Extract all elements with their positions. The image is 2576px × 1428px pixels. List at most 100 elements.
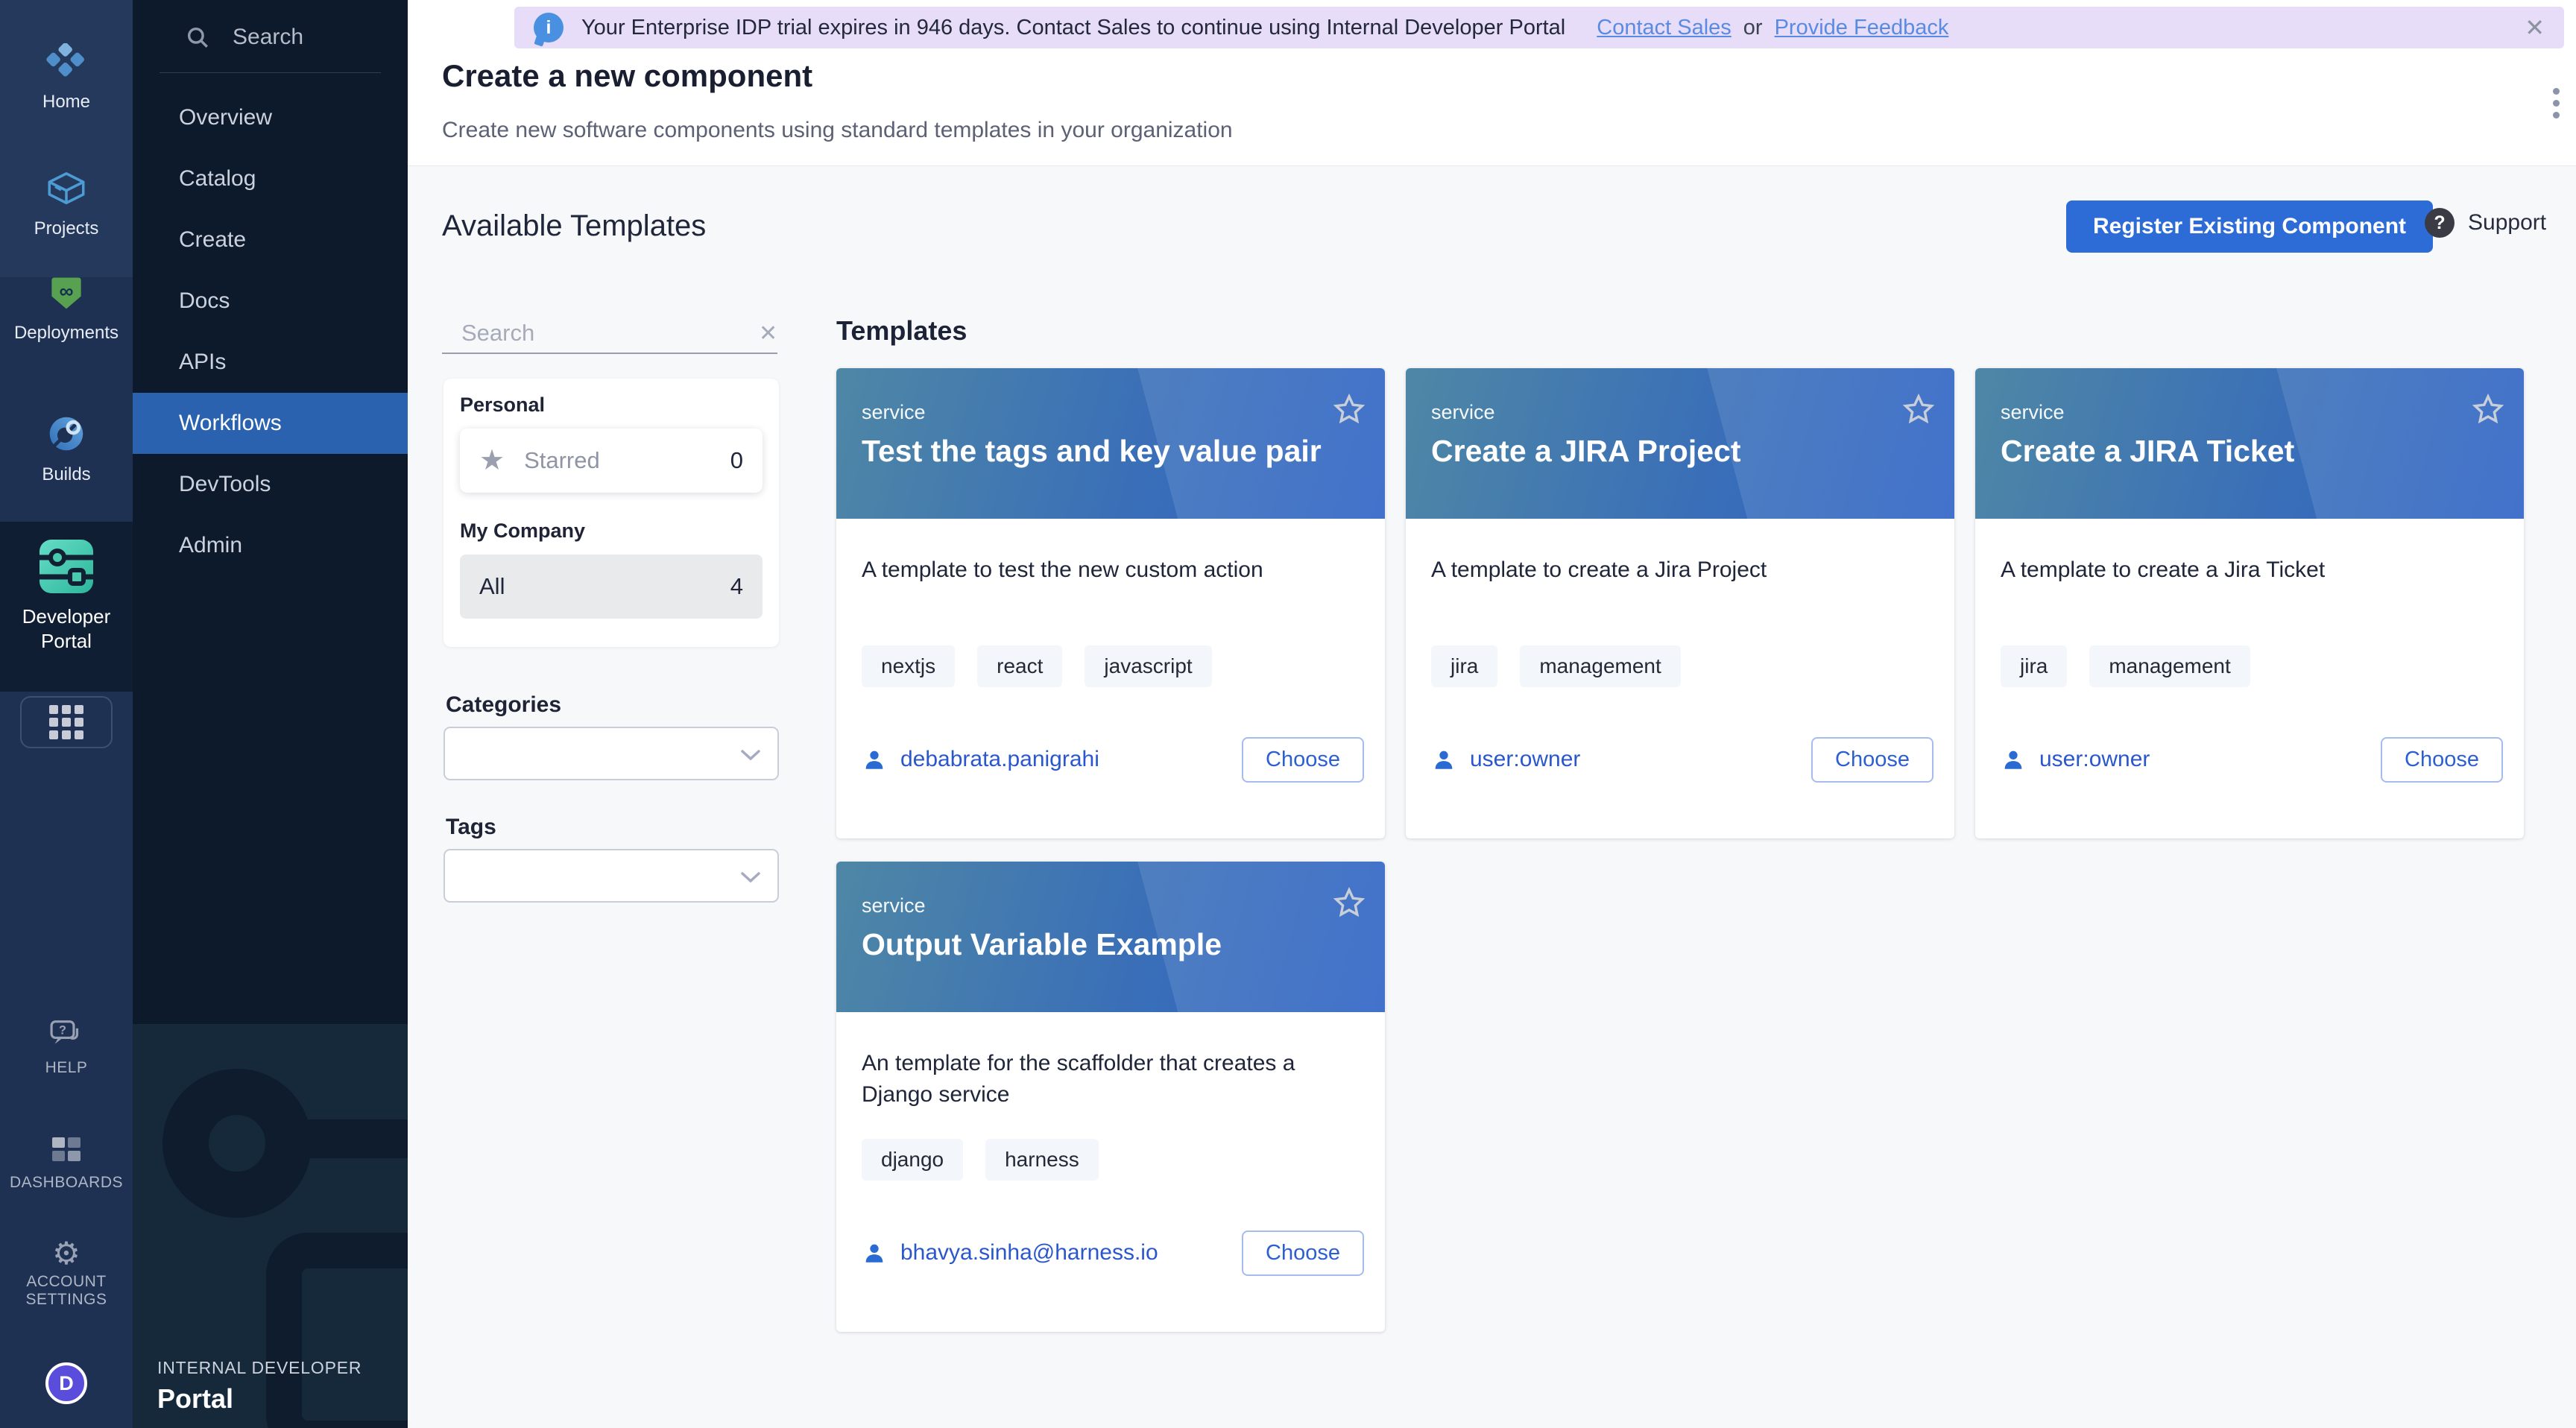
- card-type: service: [862, 401, 926, 424]
- user-icon: [862, 747, 887, 772]
- user-icon: [862, 1240, 887, 1266]
- watermark-ring: [162, 1069, 312, 1218]
- content-area: Available Templates Register Existing Co…: [408, 165, 2576, 1428]
- filter-starred[interactable]: ★ Starred 0: [460, 429, 763, 493]
- rail-item-label: Home: [0, 92, 133, 113]
- personal-label: Personal: [460, 394, 763, 417]
- owner-name: debabrata.panigrahi: [900, 747, 1099, 772]
- portal-sidebar: Search Overview Catalog Create Docs APIs…: [133, 0, 408, 1428]
- provide-feedback-link[interactable]: Provide Feedback: [1775, 16, 1949, 40]
- banner-close-icon[interactable]: ✕: [2525, 13, 2545, 42]
- sidebar-search[interactable]: Search: [133, 19, 408, 55]
- card-title: Create a JIRA Ticket: [2001, 434, 2457, 469]
- card-header: service Output Variable Example: [836, 862, 1385, 1012]
- user-avatar[interactable]: D: [45, 1362, 87, 1404]
- support-button[interactable]: ? Support: [2425, 208, 2546, 238]
- all-count: 4: [730, 573, 743, 600]
- star-icon[interactable]: [2470, 392, 2506, 432]
- template-search: ✕: [442, 314, 777, 354]
- rail-item-account-settings[interactable]: ⚙ ACCOUNT SETTINGS: [0, 1239, 133, 1309]
- watermark-square: [266, 1233, 408, 1428]
- help-icon: ?: [49, 1038, 83, 1051]
- choose-button[interactable]: Choose: [2381, 737, 2503, 783]
- contact-sales-link[interactable]: Contact Sales: [1597, 16, 1731, 40]
- brand-line-top: INTERNAL DEVELOPER: [157, 1358, 362, 1378]
- sidebar-item-workflows[interactable]: Workflows: [133, 393, 408, 454]
- card-type: service: [862, 894, 926, 917]
- card-footer: debabrata.panigrahi Choose: [862, 735, 1364, 784]
- nav-rail: Home Projects ∞ Deployments: [0, 0, 133, 1428]
- card-footer: user:owner Choose: [2001, 735, 2503, 784]
- card-description: A template to create a Jira Ticket: [2001, 555, 2491, 586]
- sidebar-item-apis[interactable]: APIs: [133, 332, 408, 393]
- page-title: Create a new component: [442, 58, 812, 94]
- starred-count: 0: [730, 447, 743, 474]
- sidebar-brand-panel: INTERNAL DEVELOPER Portal: [133, 1024, 408, 1428]
- sidebar-item-admin[interactable]: Admin: [133, 515, 408, 576]
- card-tags: jira management: [1431, 645, 1681, 687]
- watermark-stem: [303, 1119, 408, 1158]
- page-subtitle: Create new software components using sta…: [442, 118, 1233, 143]
- star-icon: ★: [479, 446, 505, 475]
- sidebar-item-catalog[interactable]: Catalog: [133, 148, 408, 209]
- choose-button[interactable]: Choose: [1242, 737, 1364, 783]
- search-icon: [185, 25, 210, 50]
- card-owner-link[interactable]: user:owner: [1431, 747, 1580, 772]
- my-company-label: My Company: [460, 519, 763, 543]
- categories-label: Categories: [446, 692, 561, 718]
- card-tags: django harness: [862, 1139, 1099, 1181]
- register-existing-component-button[interactable]: Register Existing Component: [2066, 200, 2433, 253]
- template-search-input[interactable]: [461, 320, 759, 347]
- template-card: service Create a JIRA Ticket A template …: [1975, 368, 2524, 838]
- card-footer: user:owner Choose: [1431, 735, 1933, 784]
- info-icon: i: [534, 13, 564, 42]
- card-description: A template to create a Jira Project: [1431, 555, 1922, 586]
- categories-select[interactable]: [443, 727, 779, 780]
- card-tags: nextjs react javascript: [862, 645, 1212, 687]
- sidebar-item-devtools[interactable]: DevTools: [133, 454, 408, 515]
- sidebar-item-overview[interactable]: Overview: [133, 87, 408, 148]
- rail-item-label: Developer Portal: [0, 604, 133, 654]
- tag-chip: harness: [985, 1139, 1099, 1181]
- rail-item-deployments[interactable]: ∞ Deployments: [0, 274, 133, 344]
- section-title: Available Templates: [442, 209, 706, 243]
- card-footer: bhavya.sinha@harness.io Choose: [862, 1228, 1364, 1277]
- filter-all[interactable]: All 4: [460, 555, 763, 619]
- sidebar-item-create[interactable]: Create: [133, 209, 408, 271]
- deployments-icon: ∞: [48, 302, 85, 315]
- tags-label: Tags: [446, 815, 496, 840]
- owner-name: bhavya.sinha@harness.io: [900, 1240, 1158, 1266]
- rail-item-developer-portal[interactable]: Developer Portal: [0, 522, 133, 692]
- question-icon: ?: [2425, 208, 2455, 238]
- module-grid-button[interactable]: [20, 696, 113, 748]
- card-header: service Create a JIRA Ticket: [1975, 368, 2524, 519]
- support-label: Support: [2468, 210, 2546, 236]
- rail-item-help[interactable]: ? HELP: [0, 1020, 133, 1077]
- choose-button[interactable]: Choose: [1242, 1230, 1364, 1276]
- card-type: service: [2001, 401, 2065, 424]
- card-owner-link[interactable]: bhavya.sinha@harness.io: [862, 1240, 1158, 1266]
- tag-chip: react: [977, 645, 1062, 687]
- rail-item-label: ACCOUNT SETTINGS: [14, 1273, 119, 1309]
- card-title: Create a JIRA Project: [1431, 434, 1887, 469]
- card-description: An template for the scaffolder that crea…: [862, 1048, 1309, 1111]
- template-card: service Create a JIRA Project A template…: [1406, 368, 1954, 838]
- star-icon[interactable]: [1331, 885, 1367, 925]
- tag-chip: javascript: [1085, 645, 1211, 687]
- tag-chip: management: [2089, 645, 2250, 687]
- rail-item-builds[interactable]: Builds: [0, 414, 133, 485]
- choose-button[interactable]: Choose: [1811, 737, 1933, 783]
- tags-select[interactable]: [443, 849, 779, 903]
- owner-name: user:owner: [1470, 747, 1580, 772]
- star-icon[interactable]: [1331, 392, 1367, 432]
- card-owner-link[interactable]: debabrata.panigrahi: [862, 747, 1099, 772]
- card-owner-link[interactable]: user:owner: [2001, 747, 2150, 772]
- rail-item-projects[interactable]: Projects: [0, 170, 133, 239]
- rail-item-home[interactable]: Home: [0, 43, 133, 113]
- rail-item-dashboards[interactable]: DASHBOARDS: [0, 1136, 133, 1192]
- kebab-menu-icon[interactable]: [2541, 88, 2571, 133]
- sidebar-item-docs[interactable]: Docs: [133, 271, 408, 332]
- clear-search-icon[interactable]: ✕: [759, 320, 780, 347]
- star-icon[interactable]: [1901, 392, 1936, 432]
- rail-item-label: HELP: [0, 1059, 133, 1077]
